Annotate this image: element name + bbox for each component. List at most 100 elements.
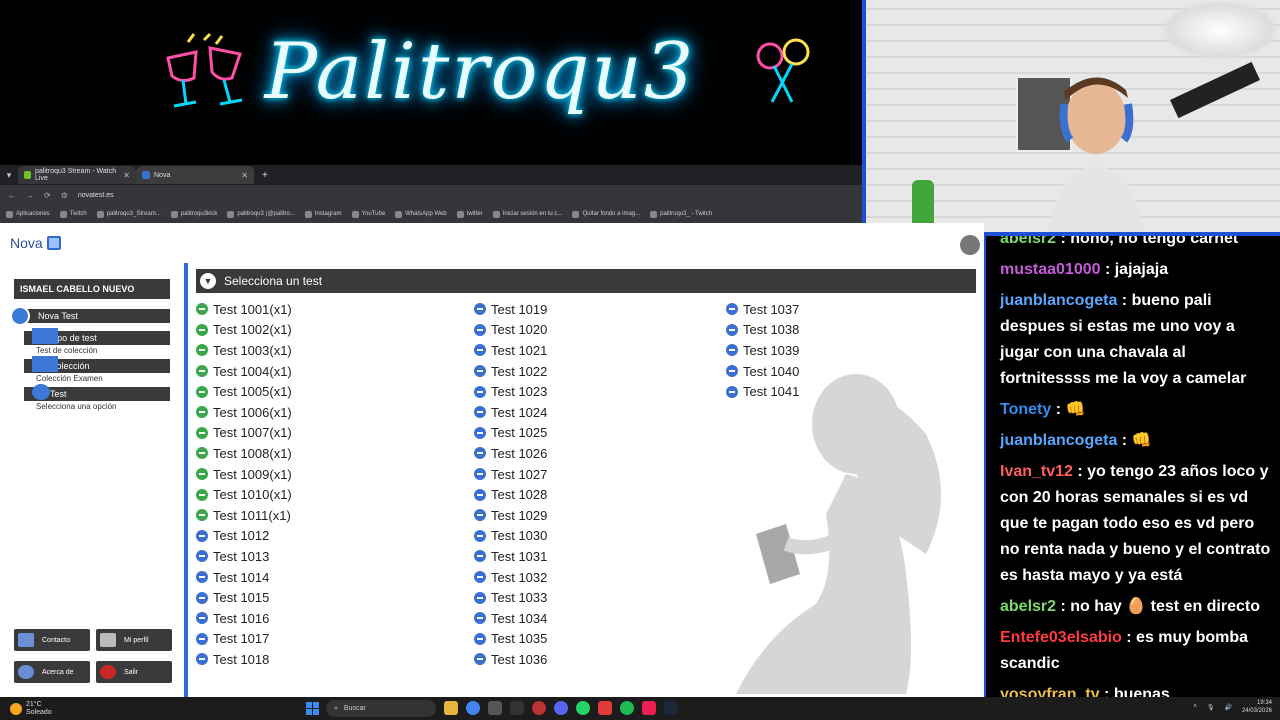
- file-explorer-icon[interactable]: [444, 701, 458, 715]
- test-item[interactable]: Test 1018: [196, 649, 292, 670]
- bookmark-item[interactable]: Twitch: [59, 210, 87, 218]
- nav-nova-test[interactable]: Nova Test: [10, 306, 170, 326]
- microphone-icon[interactable]: 🎙: [1207, 704, 1215, 711]
- search-icon: ⌕: [334, 704, 338, 712]
- test-item[interactable]: Test 1014: [196, 567, 292, 588]
- bookmark-item[interactable]: palitroqu3_ - Twitch: [650, 210, 712, 218]
- volume-icon[interactable]: 🔊: [1224, 704, 1231, 711]
- tab-menu-icon[interactable]: ▾: [0, 166, 18, 184]
- bookmark-item[interactable]: WhatsApp Web: [395, 210, 447, 218]
- test-item[interactable]: Test 1002(x1): [196, 320, 292, 341]
- chat-username[interactable]: juanblancogeta: [1000, 432, 1117, 449]
- chat-username[interactable]: abelsr2: [1000, 598, 1056, 615]
- test-item[interactable]: Test 1010(x1): [196, 484, 292, 505]
- test-item[interactable]: Test 1011(x1): [196, 505, 292, 526]
- test-item[interactable]: Test 1025: [474, 423, 547, 444]
- discord-icon[interactable]: [554, 701, 568, 715]
- test-item[interactable]: Test 1037: [726, 299, 799, 320]
- test-item[interactable]: Test 1033: [474, 587, 547, 608]
- test-item[interactable]: Test 1004(x1): [196, 361, 292, 382]
- test-item[interactable]: Test 1003(x1): [196, 340, 292, 361]
- chevron-up-icon[interactable]: ˄: [1193, 704, 1197, 710]
- tiktok-icon[interactable]: [642, 701, 656, 715]
- clock[interactable]: 19:34 24/03/2026: [1242, 699, 1272, 715]
- taskbar-search[interactable]: ⌕ Buscar: [326, 700, 436, 717]
- test-item[interactable]: Test 1020: [474, 320, 547, 341]
- bookmark-item[interactable]: palitroqu3kick: [170, 210, 217, 218]
- test-item[interactable]: Test 1015: [196, 587, 292, 608]
- test-item[interactable]: Test 1012: [196, 526, 292, 547]
- test-item[interactable]: Test 1009(x1): [196, 464, 292, 485]
- weather-widget[interactable]: 21°C Soleado: [0, 701, 200, 717]
- chrome-icon[interactable]: [466, 701, 480, 715]
- spotify-icon[interactable]: [620, 701, 634, 715]
- mi-perfil-button[interactable]: Mi perfil: [96, 629, 172, 651]
- nav-tipo-test[interactable]: Tipo de test: [24, 328, 170, 345]
- test-item[interactable]: Test 1019: [474, 299, 547, 320]
- test-item[interactable]: Test 1021: [474, 340, 547, 361]
- app-grid-icon[interactable]: [488, 701, 502, 715]
- test-item[interactable]: Test 1039: [726, 340, 799, 361]
- acerca-button[interactable]: Acerca de: [14, 661, 90, 683]
- forward-arrow-icon[interactable]: →: [26, 191, 34, 200]
- avatar[interactable]: [960, 235, 980, 255]
- contacto-button[interactable]: Contacto: [14, 629, 90, 651]
- test-item[interactable]: Test 1017: [196, 629, 292, 650]
- tab-nova[interactable]: Nova ✕: [136, 166, 254, 184]
- chat-username[interactable]: Ivan_tv12: [1000, 463, 1073, 480]
- bookmark-item[interactable]: YouTube: [351, 210, 385, 218]
- test-item[interactable]: Test 1036: [474, 649, 547, 670]
- test-item[interactable]: Test 1007(x1): [196, 423, 292, 444]
- test-item[interactable]: Test 1031: [474, 546, 547, 567]
- bookmark-item[interactable]: twitter: [456, 210, 483, 218]
- test-item[interactable]: Test 1024: [474, 402, 547, 423]
- capcut-icon[interactable]: [510, 701, 524, 715]
- new-tab-button[interactable]: +: [254, 170, 276, 181]
- test-item[interactable]: Test 1035: [474, 629, 547, 650]
- adobe-icon[interactable]: [598, 701, 612, 715]
- chat-username[interactable]: mustaa01000: [1000, 261, 1101, 278]
- test-item[interactable]: Test 1038: [726, 320, 799, 341]
- bookmark-item[interactable]: Aplicaciones: [6, 210, 50, 218]
- chat-username[interactable]: abelsr2: [1000, 236, 1056, 247]
- back-arrow-icon[interactable]: ←: [8, 191, 16, 200]
- salir-button[interactable]: Salir: [96, 661, 172, 683]
- whatsapp-icon[interactable]: [576, 701, 590, 715]
- close-icon[interactable]: ✕: [241, 171, 248, 180]
- test-item[interactable]: Test 1022: [474, 361, 547, 382]
- site-info-icon[interactable]: ⚙: [61, 191, 68, 200]
- pending-test-icon: [474, 365, 486, 378]
- nova-logo[interactable]: Nova: [10, 235, 61, 251]
- steam-icon[interactable]: [664, 701, 678, 715]
- test-item[interactable]: Test 1030: [474, 526, 547, 547]
- test-item[interactable]: Test 1013: [196, 546, 292, 567]
- bookmark-item[interactable]: Quitar fondo a imag...: [572, 210, 640, 218]
- test-item[interactable]: Test 1006(x1): [196, 402, 292, 423]
- url-field[interactable]: novatest.es: [78, 192, 114, 199]
- chat-username[interactable]: juanblancogeta: [1000, 292, 1117, 309]
- test-item[interactable]: Test 1028: [474, 484, 547, 505]
- test-item[interactable]: Test 1032: [474, 567, 547, 588]
- bookmark-item[interactable]: Instagram: [304, 210, 342, 218]
- test-item[interactable]: Test 1026: [474, 443, 547, 464]
- reload-icon[interactable]: ⟳: [44, 191, 51, 200]
- test-item[interactable]: Test 1023: [474, 381, 547, 402]
- bookmark-item[interactable]: palitroqu3 (@palitro...: [227, 210, 295, 218]
- test-item[interactable]: Test 1001(x1): [196, 299, 292, 320]
- nav-coleccion[interactable]: Colección: [24, 356, 170, 373]
- test-item[interactable]: Test 1029: [474, 505, 547, 526]
- test-item[interactable]: Test 1034: [474, 608, 547, 629]
- test-item[interactable]: Test 1016: [196, 608, 292, 629]
- windows-start-icon[interactable]: [306, 702, 319, 715]
- test-item[interactable]: Test 1008(x1): [196, 443, 292, 464]
- bookmark-item[interactable]: palitroqu3_Stream...: [96, 210, 161, 218]
- chat-username[interactable]: Tonety: [1000, 401, 1051, 418]
- test-item[interactable]: Test 1005(x1): [196, 381, 292, 402]
- close-icon[interactable]: ✕: [123, 171, 130, 180]
- test-item[interactable]: Test 1027: [474, 464, 547, 485]
- chat-username[interactable]: Entefe03elsabio: [1000, 629, 1122, 646]
- obs-icon[interactable]: [532, 701, 546, 715]
- tab-twitch[interactable]: palitroqu3 Stream - Watch Live ✕: [18, 166, 136, 184]
- bookmark-item[interactable]: Iniciar sesión en tu c...: [492, 210, 562, 218]
- nav-test[interactable]: Test: [24, 384, 170, 401]
